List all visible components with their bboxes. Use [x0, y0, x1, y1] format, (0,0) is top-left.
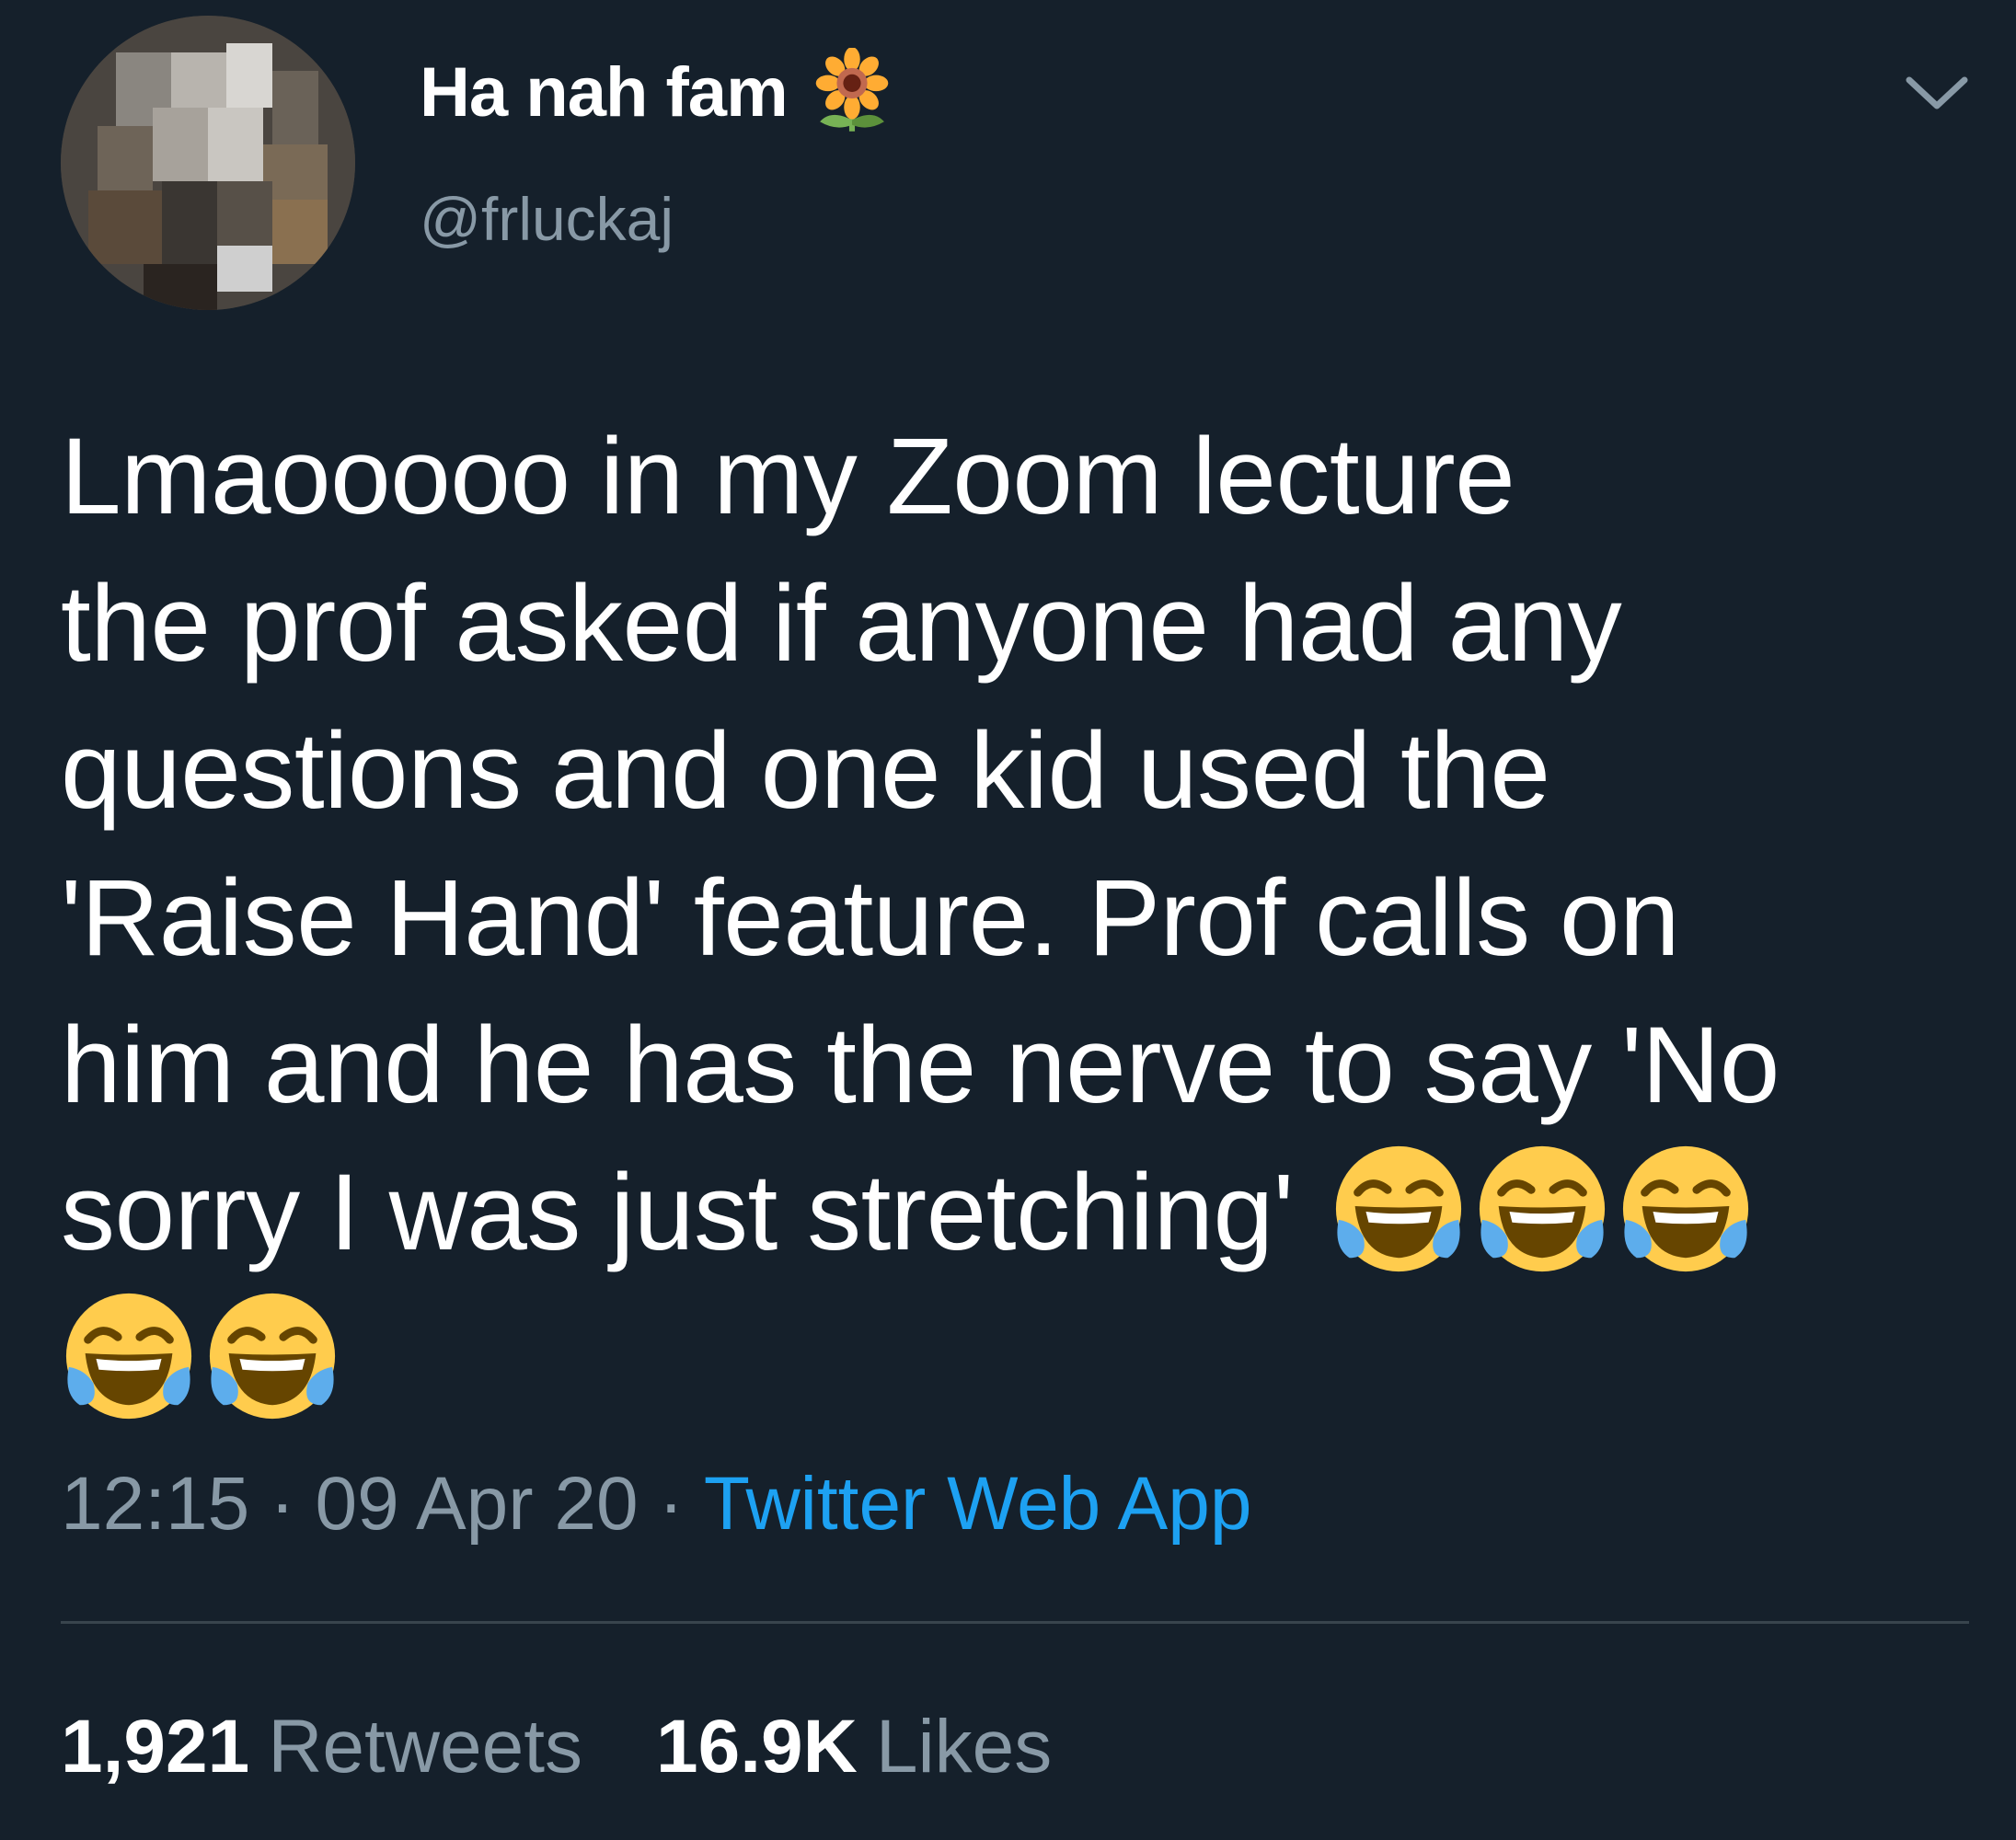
tweet-meta: 12:15 · 09 Apr 20 · Twitter Web App: [61, 1461, 1251, 1547]
likes-count: 16.9K: [656, 1705, 858, 1788]
face-with-tears-of-joy-icon: [1331, 1141, 1467, 1277]
tweet-time[interactable]: 12:15: [61, 1462, 249, 1546]
chevron-down-icon: [1906, 76, 1968, 109]
tweet-stats: 1,921 Retweets 16.9K Likes: [61, 1704, 1052, 1790]
meta-separator: ·: [658, 1462, 684, 1546]
meta-separator: ·: [270, 1462, 295, 1546]
display-name-text: Ha nah fam: [420, 52, 789, 132]
tweet-text-line: the prof asked if anyone had any: [61, 563, 1622, 684]
tweet-text-line: sorry I was just stretching': [61, 1152, 1294, 1273]
tweet-card: Ha nah fam @frluckaj Lmaooooo in my Zoom…: [0, 0, 2016, 1840]
tweet-date[interactable]: 09 Apr 20: [316, 1462, 639, 1546]
face-with-tears-of-joy-icon: [1618, 1141, 1754, 1277]
tweet-source-link[interactable]: Twitter Web App: [704, 1462, 1252, 1546]
emoji-line: [61, 1286, 1984, 1433]
avatar[interactable]: [61, 16, 355, 310]
tweet-text-line-with-emoji: sorry I was just stretching': [61, 1139, 1984, 1286]
author-display-name[interactable]: Ha nah fam: [420, 48, 893, 136]
tweet-text-line: 'Raise Hand' feature. Prof calls on: [61, 857, 1680, 979]
tweet-menu-button[interactable]: [1895, 61, 1978, 125]
sunflower-icon: [815, 48, 888, 132]
tweet-text-line: Lmaooooo in my Zoom lecture: [61, 416, 1515, 537]
divider: [61, 1621, 1969, 1624]
face-with-tears-of-joy-icon: [61, 1288, 197, 1424]
retweets-stat[interactable]: 1,921 Retweets: [61, 1704, 582, 1790]
tweet-text-line: questions and one kid used the: [61, 710, 1550, 832]
author-handle[interactable]: @frluckaj: [420, 184, 674, 254]
face-with-tears-of-joy-icon: [1474, 1141, 1610, 1277]
likes-label: Likes: [875, 1705, 1053, 1788]
face-with-tears-of-joy-icon: [204, 1288, 340, 1424]
likes-stat[interactable]: 16.9K Likes: [656, 1704, 1052, 1790]
tweet-text: Lmaooooo in my Zoom lecture the prof ask…: [61, 403, 1984, 1433]
tweet-text-line: him and he has the nerve to say 'No: [61, 1005, 1780, 1126]
retweets-count: 1,921: [61, 1705, 250, 1788]
retweets-label: Retweets: [268, 1705, 583, 1788]
